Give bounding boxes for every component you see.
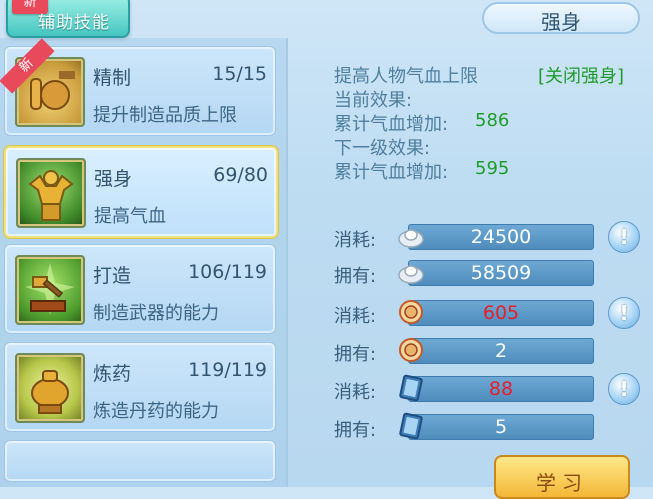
skill-card-refine[interactable]: 新 精制 15/15 提升制造品质上限	[0, 38, 276, 136]
contribution-medal-icon	[396, 335, 426, 365]
skill-card-forge[interactable]: 打造 106/119 制造武器的能力	[4, 244, 276, 334]
contribution-cost-value: 605	[482, 302, 520, 324]
contribution-owned-value: 2	[494, 340, 508, 362]
silver-cost-value: 24500	[470, 226, 532, 248]
skill-desc: 制造武器的能力	[93, 303, 219, 324]
next-stat-label: 累计气血增加:	[334, 162, 449, 183]
skill-list-panel[interactable]: 新 精制 15/15 提升制造品质上限 强身 69/80 提高气血 打造 106…	[0, 38, 288, 487]
skill-desc: 提升制造品质上限	[93, 105, 237, 126]
book-cost-bar: 88	[408, 376, 594, 402]
own-label: 拥有:	[334, 420, 377, 441]
skill-card-strengthen[interactable]: 强身 69/80 提高气血	[4, 146, 278, 238]
silver-ingot-icon	[396, 221, 426, 251]
learn-button-label: 学习	[536, 471, 588, 495]
strengthen-skill-icon	[16, 158, 86, 228]
skill-desc: 炼造丹药的能力	[93, 401, 219, 422]
auxiliary-skills-tab[interactable]: 新 辅助技能	[6, 0, 130, 38]
contribution-cost-bar: 605	[408, 300, 594, 326]
own-label: 拥有:	[334, 266, 377, 287]
silver-info-icon[interactable]: !	[608, 221, 640, 253]
silver-owned-bar: 58509	[408, 260, 594, 286]
skill-name: 炼药	[93, 363, 132, 385]
skill-level: 15/15	[212, 63, 267, 85]
skill-name: 强身	[94, 168, 133, 190]
own-label: 拥有:	[334, 344, 377, 365]
skill-book-icon	[396, 373, 426, 403]
skill-name: 打造	[93, 265, 132, 287]
skill-card-alchemy[interactable]: 炼药 119/119 炼造丹药的能力	[4, 342, 276, 432]
toggle-strengthen-link[interactable]: [关闭强身]	[538, 62, 624, 88]
next-stat-value: 595	[475, 158, 510, 179]
forge-skill-icon	[15, 255, 85, 325]
alchemy-skill-icon	[15, 353, 85, 423]
contribution-info-icon[interactable]: !	[608, 297, 640, 329]
silver-owned-value: 58509	[470, 262, 532, 284]
current-effect-label: 当前效果:	[334, 90, 413, 111]
skill-level: 119/119	[188, 359, 267, 381]
skill-book-icon	[396, 411, 426, 441]
skill-title: 强身	[541, 10, 581, 34]
skill-name: 精制	[93, 67, 132, 89]
cost-label: 消耗:	[334, 306, 377, 327]
silver-ingot-icon	[396, 257, 426, 287]
skill-level: 106/119	[188, 261, 267, 283]
cost-label: 消耗:	[334, 382, 377, 403]
next-effect-label: 下一级效果:	[334, 138, 431, 159]
book-owned-bar: 5	[408, 414, 594, 440]
book-info-icon[interactable]: !	[608, 373, 640, 405]
contribution-medal-icon	[396, 297, 426, 327]
learn-button[interactable]: 学习	[494, 455, 630, 499]
cost-label: 消耗:	[334, 230, 377, 251]
skill-level: 69/80	[213, 164, 268, 186]
contribution-owned-bar: 2	[408, 338, 594, 364]
current-stat-value: 586	[475, 110, 510, 131]
tab-label: 辅助技能	[38, 13, 110, 33]
skill-card-partial[interactable]	[4, 440, 276, 482]
book-owned-value: 5	[494, 416, 508, 438]
skill-desc: 提高气血	[94, 206, 166, 227]
effect-description: 提高人物气血上限	[334, 66, 478, 87]
skill-title-banner: 强身	[482, 2, 640, 34]
silver-cost-bar: 24500	[408, 224, 594, 250]
current-stat-label: 累计气血增加:	[334, 114, 449, 135]
book-cost-value: 88	[488, 378, 514, 400]
